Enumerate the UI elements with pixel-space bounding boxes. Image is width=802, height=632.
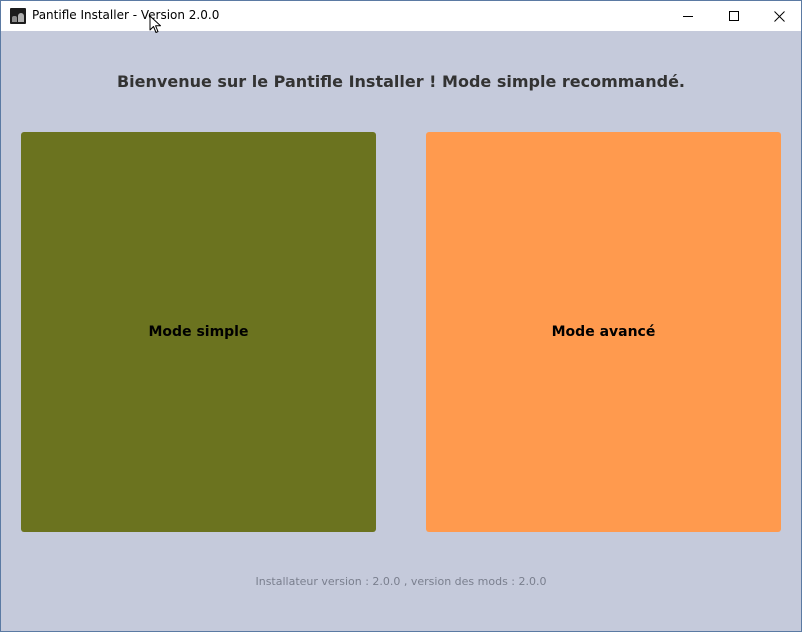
maximize-button[interactable] <box>711 1 757 31</box>
app-icon <box>10 8 26 24</box>
window-title: Pantifle Installer - Version 2.0.0 <box>32 8 220 22</box>
simple-mode-label: Mode simple <box>148 324 249 340</box>
mouse-cursor-icon <box>149 15 161 33</box>
minimize-button[interactable] <box>665 1 711 31</box>
installer-window: Pantifle Installer - Version 2.0.0 Bienv… <box>0 0 802 632</box>
simple-mode-button[interactable]: Mode simple <box>21 132 376 532</box>
welcome-heading: Bienvenue sur le Pantifle Installer ! Mo… <box>116 72 685 91</box>
close-button[interactable] <box>756 1 801 31</box>
maximize-icon <box>729 11 739 21</box>
close-icon <box>773 10 785 22</box>
title-bar[interactable]: Pantifle Installer - Version 2.0.0 <box>1 1 801 31</box>
version-footer: Installateur version : 2.0.0 , version d… <box>255 575 547 588</box>
advanced-mode-label: Mode avancé <box>551 324 656 340</box>
advanced-mode-button[interactable]: Mode avancé <box>426 132 781 532</box>
minimize-icon <box>683 16 693 17</box>
